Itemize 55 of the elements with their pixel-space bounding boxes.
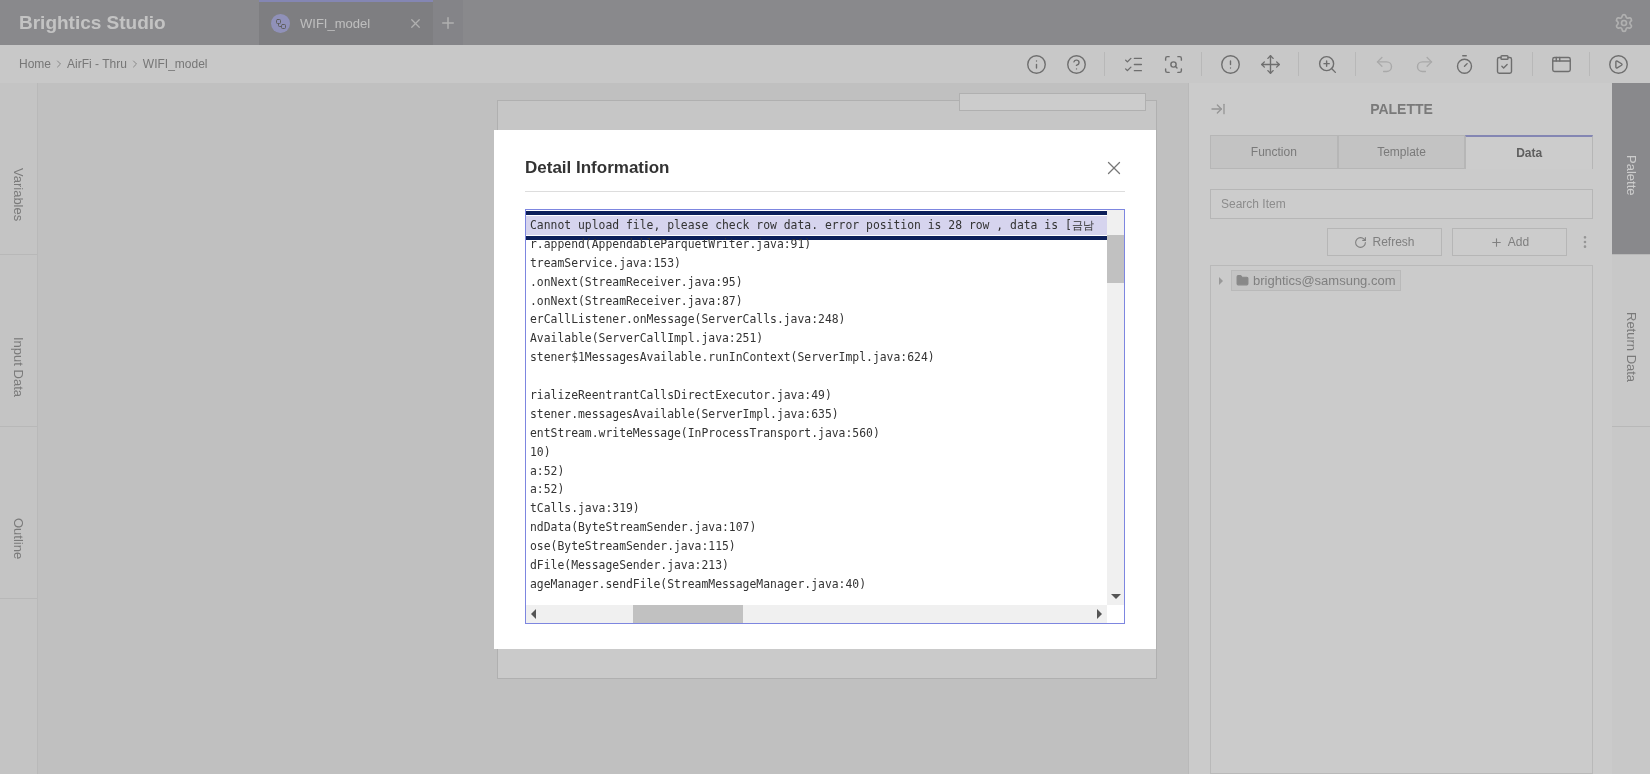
tree-item[interactable]: brightics@samsung.com <box>1231 270 1401 291</box>
refresh-icon <box>1354 235 1368 249</box>
log-line: ose(ByteStreamSender.java:115) <box>529 538 737 556</box>
close-icon[interactable] <box>408 16 423 31</box>
log-line: stener$1MessagesAvailable.runInContext(ServerImpl.java:624) <box>529 349 936 367</box>
folder-icon <box>1236 274 1249 287</box>
horizontal-scrollbar[interactable] <box>526 605 1107 623</box>
log-line: tCalls.java:319) <box>529 500 641 518</box>
side-tab[interactable]: Palette <box>1612 83 1650 255</box>
log-line: ndData(ByteStreamSender.java:107) <box>529 519 758 537</box>
app-logo: Brightics Studio <box>19 11 167 34</box>
category-tab[interactable]: Template <box>1337 135 1466 169</box>
log-text-area[interactable] <box>525 209 1125 624</box>
breadcrumb-link[interactable]: AirFi - Thru <box>67 57 127 71</box>
log-line: erCallListener.onMessage(ServerCalls.java:248) <box>529 311 847 329</box>
refresh-button[interactable]: Refresh <box>1327 228 1442 256</box>
scroll-down-icon[interactable] <box>1110 594 1121 599</box>
log-line: stener.messagesAvailable(ServerImpl.java:635) <box>529 405 840 423</box>
settings-icon[interactable] <box>1614 12 1634 33</box>
scroll-left-icon[interactable] <box>531 609 536 619</box>
side-tab[interactable]: Outline <box>0 427 37 599</box>
side-tab[interactable]: Return Data <box>1612 255 1650 427</box>
log-line: .onNext(StreamReceiver.java:87) <box>529 292 744 310</box>
workflow-icon <box>271 14 290 33</box>
breadcrumb-link[interactable]: Home <box>19 57 51 71</box>
dropdown-field[interactable] <box>959 93 1146 111</box>
log-line: treamService.java:153) <box>529 254 682 272</box>
add-tab-button[interactable] <box>433 0 463 45</box>
log-line: .onNext(StreamReceiver.java:95) <box>529 273 744 291</box>
document-tab[interactable]: WIFI_model <box>259 0 433 45</box>
log-line: rializeReentrantCallsDirectExecutor.java:49) <box>529 387 833 404</box>
breadcrumb-link[interactable]: WIFI_model <box>142 57 208 71</box>
plus-icon <box>1489 235 1503 249</box>
log-line: Available(ServerCallImpl.java:251) <box>529 330 765 348</box>
side-tab[interactable]: Variables <box>0 83 37 255</box>
search-field[interactable]: Search Item <box>1210 189 1593 219</box>
category-tab[interactable]: Function <box>1210 135 1338 169</box>
scroll-right-icon[interactable] <box>1097 609 1102 619</box>
add-button[interactable]: Add <box>1452 228 1567 256</box>
log-line: dFile(MessageSender.java:213) <box>529 557 730 575</box>
log-line: ageManager.sendFile(StreamMessageManager.java:40) <box>529 575 868 593</box>
scrollbar-thumb[interactable] <box>1107 235 1124 283</box>
vertical-scrollbar[interactable] <box>1107 210 1124 605</box>
log-line: a:52) <box>529 481 566 499</box>
category-tab[interactable]: Data <box>1465 135 1593 169</box>
panel-title: PALETTE <box>1369 101 1434 117</box>
expand-caret-icon[interactable] <box>1219 276 1223 285</box>
log-line: r.append(AppendableParquetWriter.java:91) <box>529 235 813 253</box>
scrollbar-thumb[interactable] <box>633 605 743 623</box>
side-tab[interactable]: Input Data <box>0 255 37 427</box>
log-line: 10) <box>529 443 552 461</box>
log-line: a:52) <box>529 462 566 480</box>
log-line: entStream.writeMessage(InProcessTransport.java:560) <box>529 424 881 442</box>
collapse-icon[interactable] <box>1210 101 1226 117</box>
dialog-title: Detail Information <box>525 158 670 178</box>
